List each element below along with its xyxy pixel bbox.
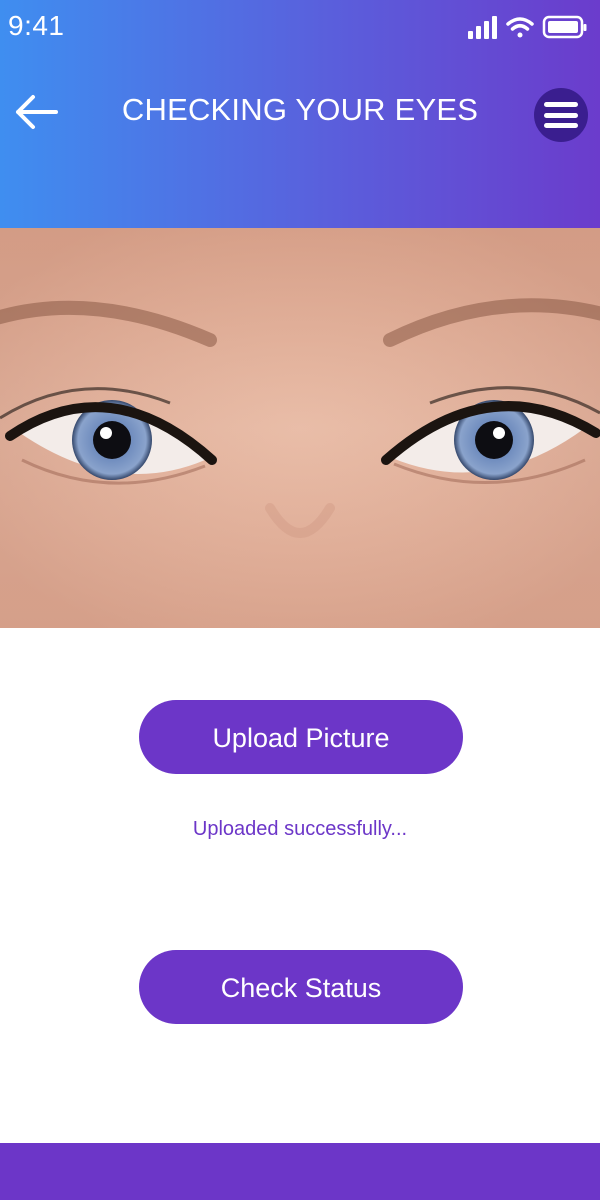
hamburger-menu-icon-bar — [544, 123, 578, 128]
upload-picture-button[interactable]: Upload Picture — [139, 700, 463, 774]
wifi-icon — [506, 17, 534, 38]
status-icons — [468, 15, 588, 41]
eye-check-screen: 9:41 CHECKING YOUR EYES Upload Picture U… — [0, 0, 600, 1200]
menu-button[interactable] — [534, 88, 588, 142]
hamburger-menu-icon — [544, 102, 578, 107]
upload-status-text: Uploaded successfully... — [192, 818, 408, 840]
hamburger-menu-icon-bar — [544, 112, 578, 118]
battery-icon — [542, 15, 587, 39]
header: 9:41 CHECKING YOUR EYES — [0, 0, 600, 228]
bottom-bar — [0, 1143, 600, 1200]
status-bar: 9:41 — [0, 0, 600, 56]
page-title: CHECKING YOUR EYES — [121, 92, 479, 127]
signal-icon — [468, 16, 497, 39]
status-time: 9:41 — [8, 10, 65, 41]
check-status-button[interactable]: Check Status — [139, 950, 463, 1024]
eye-photo — [0, 228, 600, 628]
